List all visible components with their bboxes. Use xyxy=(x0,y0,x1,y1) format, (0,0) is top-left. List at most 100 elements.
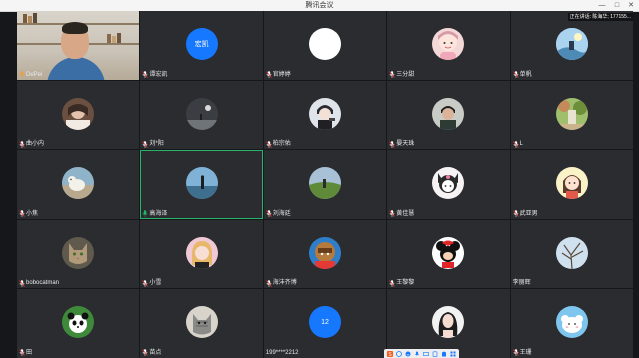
participant-name: 小雪 xyxy=(142,279,161,287)
mic-muted-icon xyxy=(512,210,519,218)
participant-name: 王黎黎 xyxy=(389,279,414,287)
maximize-button[interactable]: □ xyxy=(610,0,624,11)
participant-tile[interactable]: 海沣齐博 xyxy=(263,219,387,289)
participant-tile[interactable]: 晏天珠 xyxy=(387,80,510,150)
window-title: 腾讯会议 xyxy=(305,2,334,9)
participant-name: DePei xyxy=(19,71,42,79)
participant-name: 高海泽 xyxy=(142,210,167,218)
participant-tile[interactable]: 曲小内 xyxy=(17,80,140,150)
avatar xyxy=(185,306,218,339)
avatar xyxy=(555,97,588,130)
participant-tile[interactable]: 王珊 xyxy=(510,289,633,358)
avatar xyxy=(62,167,95,200)
avatar xyxy=(185,236,218,269)
participant-tile-active[interactable]: 高海泽 xyxy=(140,150,263,219)
avatar xyxy=(555,306,588,339)
avatar xyxy=(185,97,218,130)
avatar xyxy=(432,167,465,200)
participant-name: 黄佳慧 xyxy=(389,210,414,218)
avatar xyxy=(308,27,341,60)
grid-icon[interactable] xyxy=(450,351,456,357)
mic-muted-icon xyxy=(19,280,25,287)
participant-tile[interactable]: 小雪 xyxy=(140,219,263,289)
minimize-button[interactable]: — xyxy=(595,0,609,11)
participant-name: L xyxy=(512,140,523,148)
participant-tile[interactable]: 黄佳慧 xyxy=(387,150,510,219)
avatar xyxy=(62,97,95,130)
participant-name: 田 xyxy=(19,349,32,357)
avatar xyxy=(432,27,465,60)
participant-name: 199****2212 xyxy=(265,349,299,356)
camera-video xyxy=(17,11,140,80)
avatar xyxy=(432,236,465,269)
smile-icon[interactable] xyxy=(405,351,411,357)
participant-tile[interactable]: 刘海廷 xyxy=(263,150,387,219)
avatar xyxy=(308,236,341,269)
participant-name: 谭宏凯 xyxy=(142,71,167,79)
participant-name: bobocatman xyxy=(19,279,59,287)
participant-tile[interactable]: L xyxy=(510,80,633,150)
participant-name: 李丽辉 xyxy=(512,280,531,287)
participant-tile[interactable]: 刘*阳 xyxy=(140,80,263,150)
english-icon[interactable] xyxy=(396,350,402,357)
avatar xyxy=(555,27,588,60)
participant-tile[interactable]: 单帆 正在讲话: 陈海华; 177155... xyxy=(510,11,633,80)
mic-muted-icon xyxy=(512,140,519,148)
mic-muted-icon xyxy=(19,210,25,218)
avatar xyxy=(62,306,95,339)
participant-name: 单帆 xyxy=(512,71,532,79)
participant-tile[interactable]: 田 xyxy=(17,289,140,358)
mic-muted-icon xyxy=(265,140,272,148)
avatar xyxy=(555,167,588,200)
mic-muted-icon xyxy=(19,349,25,357)
participant-tile[interactable]: bobocatman xyxy=(17,219,140,289)
clipboard-icon[interactable] xyxy=(432,351,438,357)
avatar xyxy=(555,236,588,269)
mic-muted-icon xyxy=(512,71,519,78)
participant-tile[interactable] xyxy=(387,289,510,358)
avatar: 12 xyxy=(308,306,341,339)
mic-muted-icon xyxy=(19,140,25,148)
skin-icon[interactable] xyxy=(441,351,447,357)
participant-tile[interactable]: DePei xyxy=(17,11,140,80)
participant-name: 海沣齐博 xyxy=(265,279,297,287)
ime-toolbar[interactable]: S xyxy=(384,349,459,358)
avatar xyxy=(308,167,341,200)
participant-grid: DePei 宏凯 谭宏凯 官婷婷 三分甜 单帆 正在讲话: 陈海华; 17715… xyxy=(17,11,633,358)
participant-tile[interactable]: 12 199****2212 xyxy=(263,289,387,358)
mic-icon xyxy=(19,71,25,78)
avatar xyxy=(185,167,218,200)
participant-tile[interactable]: 武亚男 xyxy=(510,150,633,219)
mic-muted-icon xyxy=(265,280,272,287)
avatar xyxy=(432,97,465,130)
sogou-s-icon[interactable]: S xyxy=(387,350,393,357)
participant-name: 柏宗佑 xyxy=(265,140,291,148)
mic-muted-icon xyxy=(142,140,149,148)
participant-tile[interactable]: 李丽辉 xyxy=(510,219,633,289)
participant-name: 小焦 xyxy=(19,210,38,218)
mic-muted-icon xyxy=(389,140,395,148)
participant-name: 晏天珠 xyxy=(389,140,414,148)
keyboard-icon[interactable] xyxy=(423,351,429,357)
participant-tile[interactable]: 官婷婷 xyxy=(263,11,387,80)
mic-icon[interactable] xyxy=(414,351,420,357)
mic-muted-icon xyxy=(265,71,272,78)
participant-name: 曲小内 xyxy=(19,140,44,148)
participant-tile[interactable]: 王黎黎 xyxy=(387,219,510,289)
participant-tile[interactable]: 三分甜 xyxy=(387,11,510,80)
participant-tile[interactable]: 小焦 xyxy=(17,150,140,219)
participant-tile[interactable]: 柏宗佑 xyxy=(263,80,387,150)
mic-muted-icon xyxy=(265,210,272,218)
mic-muted-icon xyxy=(142,71,149,78)
mic-muted-icon xyxy=(142,280,149,287)
mic-muted-icon xyxy=(142,349,149,357)
close-button[interactable]: ✕ xyxy=(624,0,638,11)
participant-tile[interactable]: 宏凯 谭宏凯 xyxy=(140,11,263,80)
participant-name: 王珊 xyxy=(512,349,532,357)
speaking-indicator: 正在讲话: 陈海华; 177155... xyxy=(567,13,633,21)
mic-icon xyxy=(142,210,148,218)
participant-tile[interactable]: 苗点 xyxy=(140,289,263,358)
avatar xyxy=(308,97,341,130)
mic-muted-icon xyxy=(512,349,519,357)
participant-name: 苗点 xyxy=(142,349,161,357)
